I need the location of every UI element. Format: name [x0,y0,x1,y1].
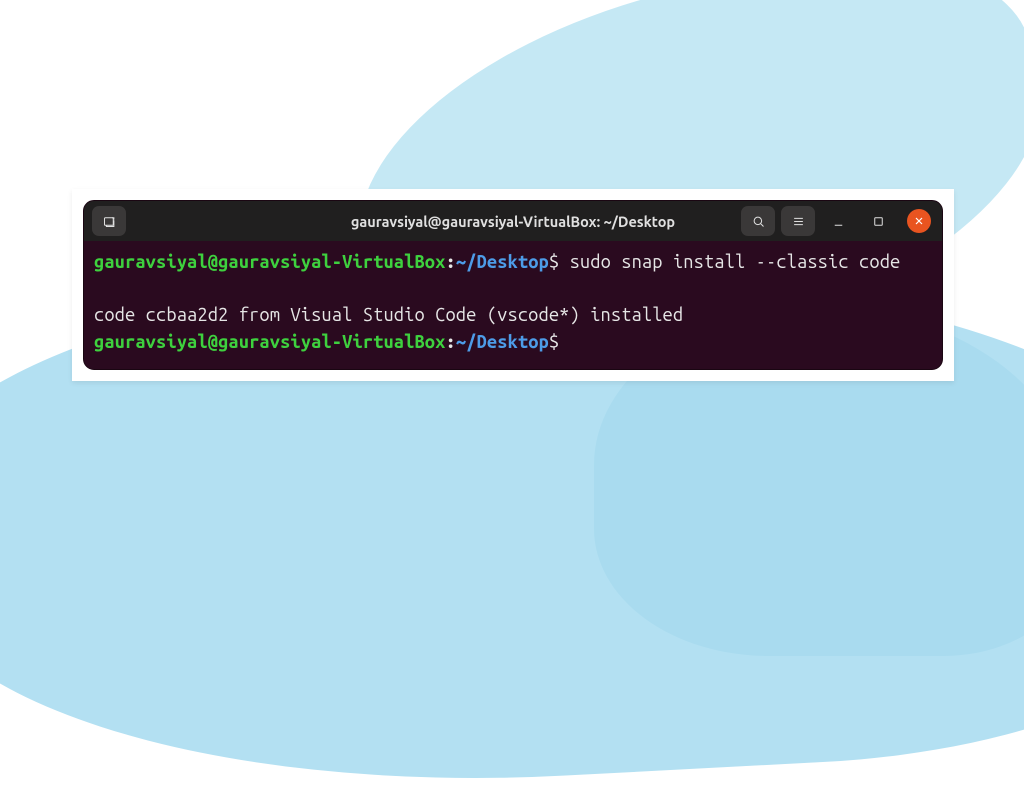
blank-line [94,276,932,303]
prompt-colon: : [446,252,456,272]
prompt-host: gauravsiyal-VirtualBox [218,252,445,272]
prompt-host: gauravsiyal-VirtualBox [218,332,445,352]
maximize-icon [871,214,886,229]
prompt-tilde: ~ [456,332,466,352]
command-text: sudo snap install --classic code [559,252,900,272]
prompt-path: /Desktop [466,332,549,352]
window-title: gauravsiyal@gauravsiyal-VirtualBox: ~/De… [351,213,675,230]
prompt-user: gauravsiyal [94,332,208,352]
prompt-at: @ [208,252,218,272]
window-titlebar: gauravsiyal@gauravsiyal-VirtualBox: ~/De… [84,201,942,241]
new-tab-icon [102,214,117,229]
prompt-path: /Desktop [466,252,549,272]
search-icon [751,214,766,229]
prompt-user: gauravsiyal [94,252,208,272]
minimize-icon [831,214,846,229]
maximize-button[interactable] [861,206,895,236]
prompt-tilde: ~ [456,252,466,272]
search-button[interactable] [741,206,775,236]
new-tab-button[interactable] [92,206,126,236]
hamburger-icon [791,214,806,229]
terminal-line-3: gauravsiyal@gauravsiyal-VirtualBox:~/Des… [94,329,932,356]
screenshot-card: gauravsiyal@gauravsiyal-VirtualBox: ~/De… [72,189,954,381]
prompt-at: @ [208,332,218,352]
minimize-button[interactable] [821,206,855,236]
terminal-body[interactable]: gauravsiyal@gauravsiyal-VirtualBox:~/Des… [84,241,942,365]
prompt-colon: : [446,332,456,352]
prompt-dollar: $ [549,332,559,352]
prompt-dollar: $ [549,252,559,272]
menu-button[interactable] [781,206,815,236]
terminal-window: gauravsiyal@gauravsiyal-VirtualBox: ~/De… [83,200,943,370]
terminal-output: code ccbaa2d2 from Visual Studio Code (v… [94,302,932,329]
close-icon [913,215,925,227]
close-button[interactable] [907,209,931,233]
terminal-line-1: gauravsiyal@gauravsiyal-VirtualBox:~/Des… [94,249,932,276]
